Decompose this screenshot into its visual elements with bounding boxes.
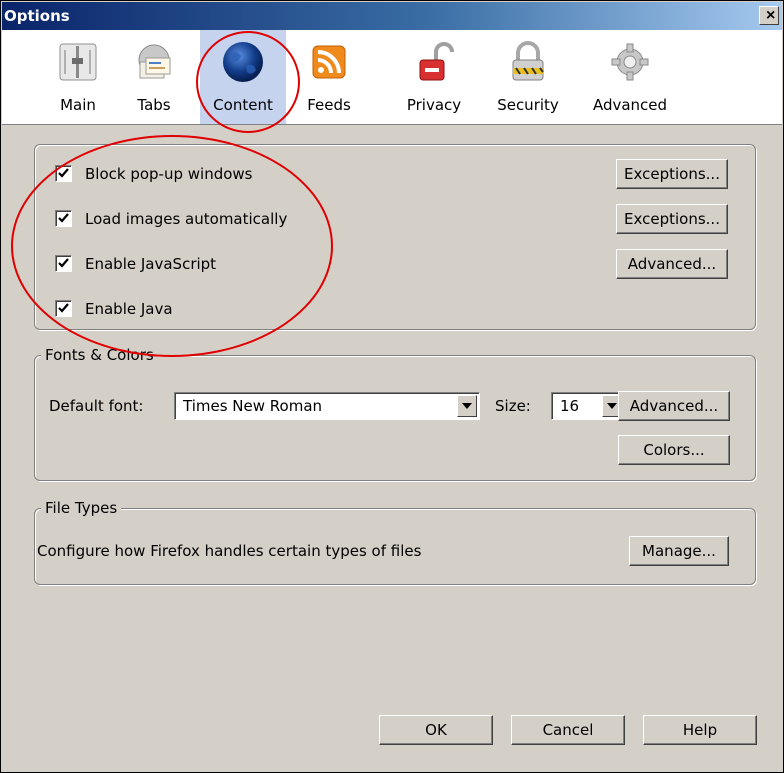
- chevron-down-icon[interactable]: [457, 395, 477, 417]
- rss-feed-icon: [312, 45, 346, 79]
- gear-icon: [611, 43, 649, 81]
- tab-label: Tabs: [137, 96, 171, 114]
- content-options-group: Block pop-up windows Load images automat…: [34, 144, 756, 330]
- globe-icon: [223, 42, 263, 82]
- default-font-value: Times New Roman: [183, 397, 323, 415]
- file-types-legend: File Types: [41, 499, 122, 517]
- font-size-value: 16: [560, 397, 580, 415]
- load-images-label: Load images automatically: [85, 210, 288, 228]
- ok-button[interactable]: OK: [379, 715, 493, 745]
- checkmark-icon: [58, 303, 69, 313]
- size-label: Size:: [495, 397, 531, 415]
- manage-button[interactable]: Manage...: [629, 536, 729, 566]
- tabs-icon: [138, 44, 171, 79]
- block-popups-checkbox[interactable]: [55, 165, 72, 182]
- file-types-group: File Types Configure how Firefox handles…: [34, 499, 756, 585]
- tab-advanced[interactable]: Advanced: [584, 30, 676, 124]
- tab-label: Advanced: [592, 96, 668, 114]
- colors-button[interactable]: Colors...: [618, 435, 730, 465]
- tab-label: Feeds: [307, 96, 351, 114]
- enable-javascript-checkbox[interactable]: [55, 255, 72, 272]
- tab-content[interactable]: Content: [200, 30, 286, 124]
- cancel-button[interactable]: Cancel: [511, 715, 625, 745]
- tab-security[interactable]: Security: [482, 30, 574, 124]
- default-font-label: Default font:: [49, 397, 144, 415]
- switch-icon: [59, 43, 97, 81]
- block-popups-label: Block pop-up windows: [85, 165, 253, 183]
- popup-exceptions-button[interactable]: Exceptions...: [616, 159, 728, 189]
- tab-main[interactable]: Main: [42, 30, 114, 124]
- enable-java-checkbox[interactable]: [55, 300, 72, 317]
- load-images-checkbox[interactable]: [55, 210, 72, 227]
- enable-javascript-label: Enable JavaScript: [85, 255, 217, 273]
- fonts-advanced-button[interactable]: Advanced...: [618, 391, 730, 421]
- tab-label: Privacy: [406, 96, 462, 114]
- checkmark-icon: [58, 213, 69, 223]
- tab-feeds[interactable]: Feeds: [290, 30, 368, 124]
- tab-label: Main: [60, 96, 96, 114]
- images-exceptions-button[interactable]: Exceptions...: [616, 204, 728, 234]
- title-bar[interactable]: Options ×: [2, 2, 782, 30]
- enable-java-label: Enable Java: [85, 300, 173, 318]
- options-dialog: Options × Main Tabs Content Feeds Privac…: [0, 0, 784, 773]
- tab-label: Content: [213, 96, 273, 114]
- lock-icon: [512, 41, 544, 81]
- default-font-select[interactable]: Times New Roman: [174, 392, 480, 420]
- padlock-icon: [419, 42, 454, 81]
- font-size-select[interactable]: 16: [551, 392, 625, 420]
- close-icon: ×: [766, 7, 776, 24]
- close-button[interactable]: ×: [759, 6, 779, 25]
- fonts-colors-legend: Fonts & Colors: [41, 346, 158, 364]
- window-title: Options: [4, 7, 70, 25]
- checkmark-icon: [58, 168, 69, 178]
- fonts-colors-group: Fonts & Colors Default font: Times New R…: [34, 346, 756, 481]
- file-types-description: Configure how Firefox handles certain ty…: [37, 542, 422, 560]
- tab-tabs[interactable]: Tabs: [118, 30, 190, 124]
- help-button[interactable]: Help: [643, 715, 757, 745]
- checkmark-icon: [58, 258, 69, 268]
- javascript-advanced-button[interactable]: Advanced...: [616, 249, 728, 279]
- tab-privacy[interactable]: Privacy: [394, 30, 474, 124]
- tab-label: Security: [497, 96, 559, 114]
- category-toolbar: Main Tabs Content Feeds Privacy Security…: [2, 30, 782, 125]
